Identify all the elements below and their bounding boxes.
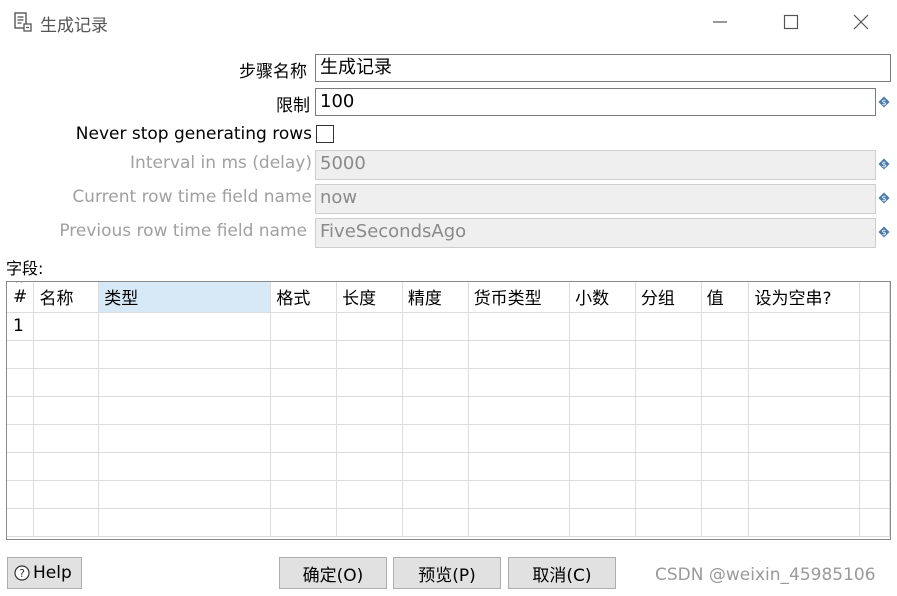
- close-icon: [853, 14, 869, 30]
- table-header-row: # ^ 名称 类型 格式 长度 精度 货币类型 小数 分组 值 设为空串?: [7, 281, 890, 313]
- fields-table[interactable]: # ^ 名称 类型 格式 长度 精度 货币类型 小数 分组 值 设为空串? 1: [6, 281, 891, 540]
- previous-time-field-input[interactable]: FiveSecondsAgo: [315, 218, 876, 248]
- table-cell[interactable]: [33, 312, 100, 341]
- never-stop-checkbox[interactable]: [316, 125, 334, 143]
- table-cell[interactable]: [701, 312, 750, 341]
- minimize-button[interactable]: [695, 6, 745, 38]
- fields-label: 字段:: [6, 259, 44, 278]
- previous-time-field-label: Previous row time field name: [59, 221, 307, 241]
- help-button[interactable]: ? Help: [7, 557, 82, 589]
- ok-button[interactable]: 确定(O): [279, 557, 387, 589]
- column-header-name[interactable]: 名称: [33, 282, 100, 313]
- column-header-filler: [859, 282, 890, 313]
- column-header-length[interactable]: 长度: [336, 282, 403, 313]
- table-cell[interactable]: [98, 312, 272, 341]
- table-cell[interactable]: [468, 312, 571, 341]
- maximize-button[interactable]: [766, 6, 816, 38]
- column-header-currency[interactable]: 货币类型: [468, 282, 571, 313]
- step-name-label: 步骤名称: [239, 62, 307, 82]
- table-cell[interactable]: [402, 312, 469, 341]
- variable-icon[interactable]: $: [878, 96, 890, 108]
- column-header-decimal[interactable]: 小数: [569, 282, 636, 313]
- column-header-format[interactable]: 格式: [270, 282, 338, 313]
- table-cell[interactable]: [336, 312, 403, 341]
- table-row: [7, 424, 890, 453]
- table-row: [7, 340, 890, 369]
- column-header-precision[interactable]: 精度: [402, 282, 469, 313]
- variable-icon[interactable]: $: [878, 158, 890, 170]
- table-cell[interactable]: [270, 312, 338, 341]
- table-row: [7, 368, 890, 397]
- preview-button[interactable]: 预览(P): [393, 557, 501, 589]
- table-row[interactable]: 1: [7, 312, 890, 341]
- column-header-type[interactable]: 类型: [98, 282, 272, 313]
- document-list-icon: [14, 12, 32, 32]
- column-header-group[interactable]: 分组: [635, 282, 702, 313]
- column-header-set-empty[interactable]: 设为空串?: [748, 282, 861, 313]
- column-header-value[interactable]: 值: [701, 282, 750, 313]
- current-time-field-label: Current row time field name: [72, 187, 312, 207]
- interval-label: Interval in ms (delay): [130, 153, 312, 173]
- table-cell[interactable]: [569, 312, 636, 341]
- svg-text:$: $: [881, 98, 886, 107]
- help-icon: ?: [14, 565, 30, 581]
- table-cell[interactable]: [635, 312, 702, 341]
- table-row: [7, 480, 890, 509]
- never-stop-label: Never stop generating rows: [75, 124, 312, 144]
- help-label: Help: [33, 563, 72, 583]
- svg-text:$: $: [881, 160, 886, 169]
- step-name-input[interactable]: 生成记录: [315, 54, 891, 82]
- table-cell[interactable]: [748, 312, 861, 341]
- window-title: 生成记录: [40, 16, 108, 36]
- limit-input[interactable]: 100: [315, 88, 876, 116]
- interval-input[interactable]: 5000: [315, 150, 876, 180]
- svg-text:$: $: [881, 194, 886, 203]
- maximize-icon: [783, 14, 799, 30]
- variable-icon[interactable]: $: [878, 226, 890, 238]
- sort-up-icon: ^: [15, 281, 24, 290]
- row-number: 1: [7, 312, 35, 341]
- close-button[interactable]: [836, 6, 886, 38]
- table-row: [7, 396, 890, 425]
- limit-label: 限制: [276, 96, 310, 116]
- table-cell: [859, 312, 890, 341]
- title-bar: 生成记录: [0, 0, 897, 44]
- column-header-index[interactable]: # ^: [7, 281, 35, 313]
- svg-text:?: ?: [19, 567, 25, 580]
- watermark: CSDN @weixin_45985106: [655, 565, 876, 585]
- minimize-icon: [713, 21, 727, 23]
- cancel-button[interactable]: 取消(C): [508, 557, 616, 589]
- table-row: [7, 508, 890, 537]
- variable-icon[interactable]: $: [878, 192, 890, 204]
- current-time-field-input[interactable]: now: [315, 184, 876, 214]
- table-row: [7, 452, 890, 481]
- svg-text:$: $: [881, 228, 886, 237]
